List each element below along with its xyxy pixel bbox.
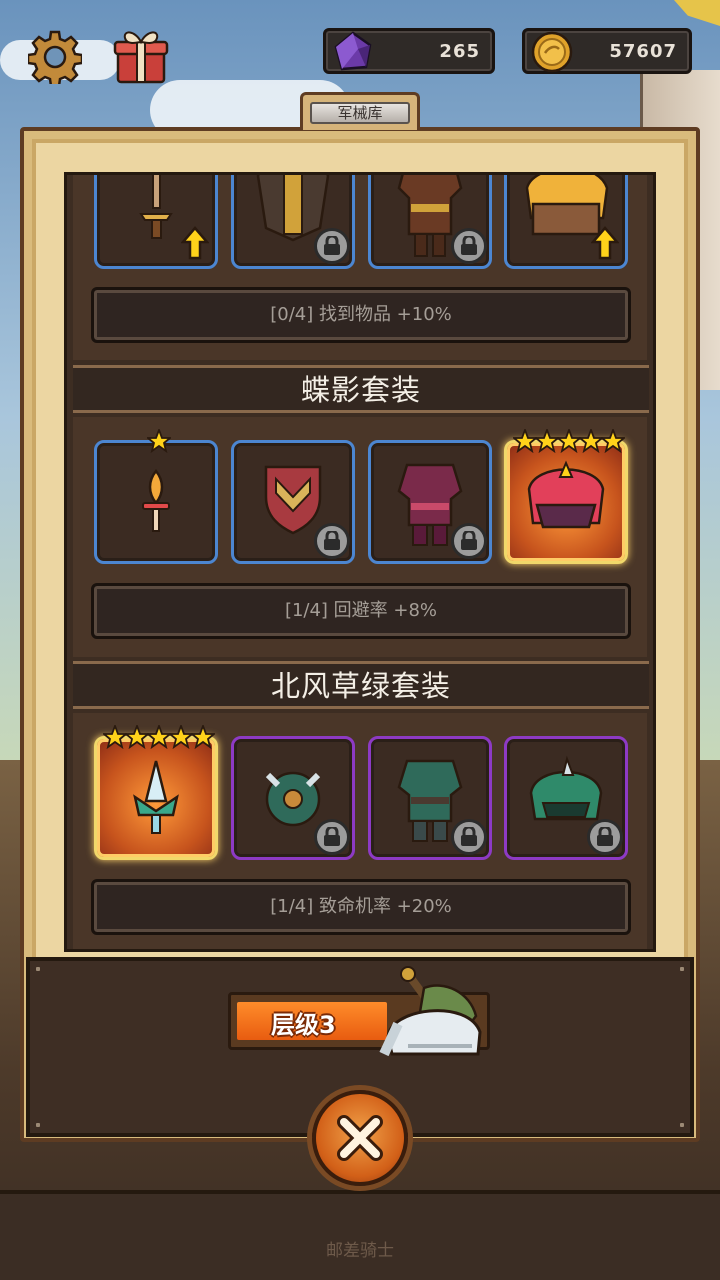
star-icon	[513, 429, 537, 453]
equipment-slot-armor[interactable]	[368, 736, 492, 860]
star-icon	[147, 725, 171, 749]
set-bonus: [1/4] 致命机率 +20%	[91, 879, 631, 935]
star-icon	[601, 429, 625, 453]
knight-helmet-icon	[379, 966, 482, 1057]
lock-icon	[587, 819, 623, 855]
set-bonus-text: [1/4] 回避率 +8%	[284, 600, 438, 621]
set-bonus: [0/4] 找到物品 +10%	[91, 287, 631, 343]
set-bonus-text: [0/4] 找到物品 +10%	[270, 304, 452, 325]
set-header: 北风草绿套装	[73, 661, 649, 709]
armory-title: 军械库	[310, 102, 410, 124]
star-rating	[507, 429, 631, 459]
corner-rivet	[680, 967, 684, 971]
star-icon	[191, 725, 215, 749]
equipment-slot-helmet[interactable]	[504, 429, 628, 564]
equipment-slot-shield[interactable]	[231, 736, 355, 860]
lock-icon	[451, 228, 487, 264]
star-rating	[97, 725, 221, 755]
star-icon	[125, 725, 149, 749]
star-icon	[103, 725, 127, 749]
corner-rivet	[36, 1123, 40, 1127]
set-name: 蝶影套装	[300, 373, 421, 407]
equipment-slot-shield[interactable]	[231, 440, 355, 564]
background-floor	[0, 1190, 720, 1280]
crystal-blade-icon	[133, 760, 179, 834]
star-icon	[147, 429, 171, 453]
lock-icon	[451, 523, 487, 559]
equipment-slot-sword[interactable]	[94, 175, 218, 269]
lock-icon	[314, 228, 350, 264]
coin-counter[interactable]: 57607	[522, 28, 692, 74]
lock-icon	[314, 819, 350, 855]
dagger-icon	[142, 468, 170, 532]
star-icon	[579, 429, 603, 453]
corner-rivet	[36, 967, 40, 971]
star-icon	[535, 429, 559, 453]
gem-icon	[334, 31, 372, 71]
gift-icon[interactable]	[112, 28, 170, 84]
equipment-slot-blade[interactable]	[94, 725, 218, 860]
helmet-icon	[527, 460, 605, 529]
upgrade-arrow-icon	[181, 226, 209, 260]
star-icon	[557, 429, 581, 453]
equipment-slot-armor[interactable]	[368, 440, 492, 564]
star-icon	[169, 725, 193, 749]
gem-counter[interactable]: 265	[323, 28, 495, 74]
equipment-slot-helmet[interactable]	[504, 175, 628, 269]
corner-rivet	[680, 1123, 684, 1127]
equipment-slot-dagger[interactable]	[94, 429, 218, 564]
tier-label: 层级3	[271, 1011, 336, 1039]
upgrade-arrow-icon	[591, 226, 619, 260]
lock-icon	[451, 819, 487, 855]
set-bonus-text: [1/4] 致命机率 +20%	[270, 896, 452, 917]
close-icon	[337, 1115, 383, 1161]
star-rating	[97, 429, 221, 459]
gear-icon[interactable]	[28, 30, 82, 84]
set-header: 蝶影套装	[73, 365, 649, 413]
armory-tab: 军械库	[300, 92, 420, 130]
set-list[interactable]: [0/4] 找到物品 +10% 蝶影套装 [1/4] 回避率 +8% 北风草绿套…	[64, 172, 656, 952]
set-bonus: [1/4] 回避率 +8%	[91, 583, 631, 639]
gem-count: 265	[439, 41, 480, 62]
footer-caption: 邮差骑士	[326, 1241, 394, 1261]
equipment-slot-shield[interactable]	[231, 175, 355, 269]
equipment-slot-armor[interactable]	[368, 175, 492, 269]
close-button[interactable]	[312, 1090, 408, 1186]
coin-count: 57607	[609, 41, 677, 62]
lock-icon	[314, 523, 350, 559]
coin-icon	[531, 31, 573, 73]
set-name: 北风草绿套装	[270, 669, 451, 703]
equipment-slot-helmet[interactable]	[504, 736, 628, 860]
